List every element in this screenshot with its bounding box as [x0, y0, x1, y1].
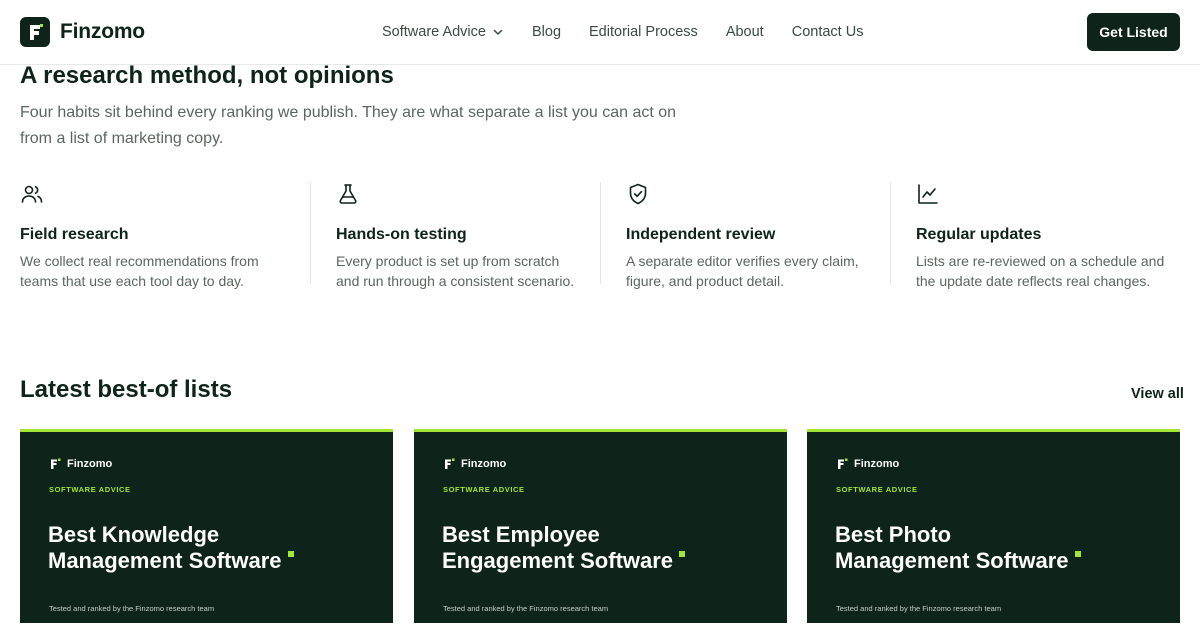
view-all-link[interactable]: View all — [1131, 386, 1184, 402]
card-title-line: Best Employee — [442, 522, 600, 547]
section-title: A research method, not opinions — [20, 62, 394, 89]
accent-dot — [679, 551, 686, 557]
nav-item-label: About — [725, 24, 764, 40]
lists-title: Latest best-of lists — [20, 376, 233, 403]
feature-description: Every product is set up from scratch and… — [336, 253, 575, 289]
nav-item-about[interactable]: About — [726, 24, 764, 40]
feature-hands-on-testing: Hands-on testing Every product is set up… — [310, 182, 600, 289]
card-title-line: Best Photo — [835, 522, 952, 547]
feature-field-research: Field research We collect real recommend… — [20, 182, 310, 289]
shield-check-icon — [629, 183, 647, 205]
card-footer: Tested and ranked by the Finzomo researc… — [49, 604, 215, 613]
feature-title: Hands-on testing — [336, 226, 467, 243]
card-title-line: Engagement Software — [442, 548, 674, 573]
card-brand-name: Finzomo — [461, 458, 507, 470]
feature-description: We collect real recommendations from tea… — [20, 253, 259, 289]
nav-item-contact-us[interactable]: Contact Us — [792, 24, 864, 40]
flask-icon — [339, 184, 357, 204]
nav-item-label: Blog — [531, 24, 562, 40]
nav-item-software-advice[interactable]: Software Advice — [382, 24, 504, 40]
users-icon — [21, 185, 43, 203]
main-nav: Software Advice Blog Editorial Process A… — [382, 24, 863, 40]
card-kicker: SOFTWARE ADVICE — [443, 485, 525, 494]
nav-item-editorial-process[interactable]: Editorial Process — [589, 24, 698, 40]
card-kicker: SOFTWARE ADVICE — [836, 485, 918, 494]
get-listed-button[interactable]: Get Listed — [1087, 13, 1180, 51]
brand-logo[interactable]: Finzomo — [20, 17, 145, 47]
feature-description: A separate editor verifies every claim, … — [626, 253, 859, 289]
card-brand-name: Finzomo — [854, 458, 900, 470]
section-description: Four habits sit behind every ranking we … — [20, 104, 677, 147]
line-chart-icon — [918, 184, 938, 204]
list-card[interactable]: Finzomo SOFTWARE ADVICE Best Photo Manag… — [807, 429, 1180, 623]
logo-icon — [51, 458, 61, 469]
feature-description: Lists are re-reviewed on a schedule and … — [916, 253, 1165, 289]
feature-list: Field research We collect real recommend… — [20, 182, 1180, 289]
card-footer: Tested and ranked by the Finzomo researc… — [443, 604, 609, 613]
chevron-down-icon — [493, 29, 503, 35]
logo-icon — [445, 458, 455, 469]
feature-title: Regular updates — [916, 226, 1042, 243]
feature-title: Field research — [20, 226, 129, 243]
logo-icon — [20, 17, 50, 47]
card-kicker: SOFTWARE ADVICE — [49, 485, 131, 494]
card-brand: Finzomo — [837, 458, 899, 470]
card-footer: Tested and ranked by the Finzomo researc… — [836, 604, 1002, 613]
feature-title: Independent review — [626, 226, 776, 243]
feature-regular-updates: Regular updates Lists are re-reviewed on… — [890, 182, 1180, 289]
nav-item-label: Software Advice — [382, 24, 486, 40]
card-title: Best Knowledge Management Software — [48, 522, 348, 574]
card-title-line: Best Knowledge — [48, 522, 220, 547]
accent-dot — [1074, 551, 1081, 557]
card-title: Best Photo Management Software — [835, 522, 1135, 574]
logo-icon — [838, 458, 848, 469]
site-header: Finzomo Software Advice Blog Editorial P… — [0, 0, 1200, 65]
card-brand: Finzomo — [50, 458, 112, 470]
list-card[interactable]: Finzomo SOFTWARE ADVICE Best Employee En… — [414, 429, 787, 623]
brand-name: Finzomo — [60, 20, 145, 43]
nav-item-blog[interactable]: Blog — [532, 24, 561, 40]
list-card[interactable]: Finzomo SOFTWARE ADVICE Best Knowledge M… — [20, 429, 393, 623]
nav-item-label: Editorial Process — [589, 24, 698, 40]
card-title-line: Management Software — [835, 548, 1069, 573]
card-brand: Finzomo — [444, 458, 506, 470]
feature-independent-review: Independent review A separate editor ver… — [600, 182, 890, 289]
card-brand-name: Finzomo — [67, 458, 113, 470]
card-title-line: Management Software — [48, 548, 282, 573]
accent-dot — [287, 551, 294, 557]
card-title: Best Employee Engagement Software — [442, 522, 742, 574]
nav-item-label: Contact Us — [791, 24, 864, 40]
